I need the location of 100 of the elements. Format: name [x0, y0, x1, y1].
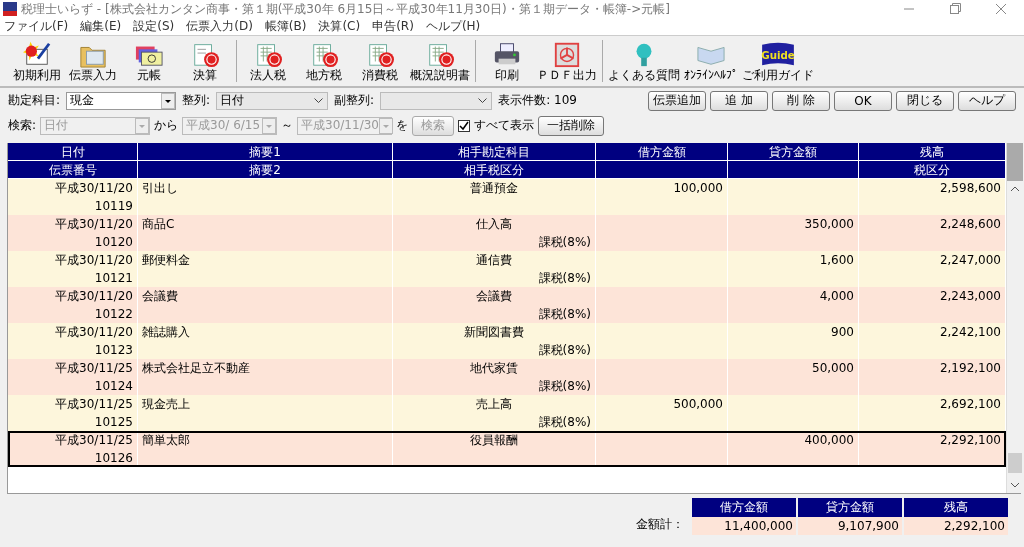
table-cell: 引出し: [138, 179, 393, 197]
table-cell: 普通預金: [393, 179, 596, 197]
ledger-row[interactable]: 平成30/11/20 引出し 普通預金 100,000 2,598,600 10119: [8, 179, 1006, 215]
totals-label: 金額計：: [636, 516, 684, 533]
table-cell: 平成30/11/25: [8, 359, 138, 377]
caret-down-icon: [161, 92, 176, 109]
field-label: ～: [281, 117, 294, 134]
column-header: 貸方金額: [728, 143, 859, 161]
caret-down-icon: [135, 117, 150, 134]
menu-item[interactable]: 伝票入力(D): [186, 18, 253, 35]
ledger-row[interactable]: 平成30/11/25 現金売上 売上高 500,000 2,692,100 10125 課税(8%): [8, 395, 1006, 431]
table-cell: 350,000: [728, 215, 859, 233]
toolbar-button[interactable]: 概況説明書: [408, 40, 472, 82]
scrollbar-corner: [1007, 143, 1023, 181]
table-cell: 10126: [8, 449, 138, 467]
ledger-row[interactable]: 平成30/11/20 雑誌購入 新聞図書費 900 2,242,100 10123 課税(8%): [8, 323, 1006, 359]
table-cell: 仕入高: [393, 215, 596, 233]
table-cell: 500,000: [596, 395, 728, 413]
toolbar-button[interactable]: 伝票入力: [65, 40, 121, 82]
menu-item[interactable]: 申告(R): [372, 18, 414, 35]
action-button[interactable]: ヘルプ: [958, 90, 1016, 111]
action-button[interactable]: 削 除: [772, 90, 830, 111]
table-cell: 新聞図書費: [393, 323, 596, 341]
toolbar-button[interactable]: 消費税: [352, 40, 408, 82]
column-header: 相手税区分: [393, 161, 596, 179]
action-button[interactable]: OK: [834, 90, 892, 111]
table-cell: 平成30/11/20: [8, 287, 138, 305]
field-label: 副整列:: [334, 92, 375, 109]
caret-down-icon: [262, 117, 277, 134]
menu-item[interactable]: 帳簿(B): [264, 18, 307, 35]
chevron-down-icon: [478, 98, 488, 103]
scrollbar-thumb[interactable]: [1008, 453, 1022, 473]
menu-item[interactable]: 編集(E): [80, 18, 122, 35]
table-cell: 900: [728, 323, 859, 341]
ledger-row[interactable]: 平成30/11/25 簡単太郎 役員報酬 400,000 2,292,100 10126: [8, 431, 1006, 467]
checkbox-label: すべて表示: [474, 117, 535, 134]
field-label: から: [154, 117, 179, 134]
ledger-row[interactable]: 平成30/11/20 商品C 仕入高 350,000 2,248,600 10120 課税(8%): [8, 215, 1006, 251]
field-label: 整列:: [182, 92, 211, 109]
toolbar-button[interactable]: ｵﾝﾗｲﾝﾍﾙﾌﾟ: [682, 40, 740, 82]
column-header: 日付: [8, 143, 138, 161]
action-button[interactable]: 伝票追加: [648, 90, 706, 111]
toolbar-button[interactable]: 決算: [177, 40, 233, 82]
ledger-row[interactable]: 平成30/11/20 郵便料金 通信費 1,600 2,247,000 10121 課税(8%): [8, 251, 1006, 287]
field-label: 勘定科目:: [8, 92, 61, 109]
column-header: 残高: [859, 143, 1006, 161]
table-cell: 100,000: [596, 179, 728, 197]
toolbar-button[interactable]: 初期利用: [9, 40, 65, 82]
window-title: 税理士いらず - [株式会社カンタン商事・第１期(平成30年 6月15日～平成30年11月30日)・第１期データ・帳簿->元帳]: [21, 0, 670, 18]
table-cell: 1,600: [728, 251, 859, 269]
combo-box[interactable]: 現金: [66, 91, 177, 110]
toolbar-button[interactable]: 印刷: [479, 40, 535, 82]
action-button[interactable]: 追 加: [710, 90, 768, 111]
combo-box[interactable]: 日付: [216, 91, 329, 110]
menu-item[interactable]: 設定(S): [133, 18, 175, 35]
column-header: 摘要1: [138, 143, 393, 161]
table-cell: 平成30/11/25: [8, 431, 138, 449]
table-cell: 現金売上: [138, 395, 393, 413]
column-header: 残高: [904, 498, 1008, 517]
table-cell: 400,000: [728, 431, 859, 449]
caret-down-icon: [378, 117, 393, 134]
checkbox[interactable]: [458, 119, 471, 132]
ledger-row[interactable]: 平成30/11/25 株式会社足立不動産 地代家賃 50,000 2,192,100 10124 課税(8%): [8, 359, 1006, 395]
table-cell: 商品C: [138, 215, 393, 233]
table-cell: 平成30/11/20: [8, 179, 138, 197]
table-cell: 簡単太郎: [138, 431, 393, 449]
table-cell: 平成30/11/25: [8, 395, 138, 413]
column-header: 摘要2: [138, 161, 393, 179]
table-cell: 平成30/11/20: [8, 323, 138, 341]
action-button[interactable]: 閉じる: [896, 90, 954, 111]
toolbar-button[interactable]: よくある質問: [606, 40, 682, 82]
menu-item[interactable]: ファイル(F): [4, 18, 69, 35]
field-label: を: [396, 117, 409, 134]
filter-button[interactable]: 一括削除: [538, 115, 605, 136]
toolbar-button[interactable]: 地方税: [296, 40, 352, 82]
column-header: 借方金額: [692, 498, 796, 517]
column-header: 税区分: [859, 161, 1006, 179]
toolbar-button[interactable]: ＰＤＦ出力: [535, 40, 599, 82]
toolbar-button[interactable]: 元帳: [121, 40, 177, 82]
field-label: 表示件数: 109: [498, 92, 577, 109]
total-cell: 2,292,100: [904, 517, 1008, 535]
table-cell: 役員報酬: [393, 431, 596, 449]
field-label: 検索:: [8, 117, 37, 134]
toolbar-button[interactable]: 法人税: [240, 40, 296, 82]
table-cell: 通信費: [393, 251, 596, 269]
table-cell: 平成30/11/20: [8, 251, 138, 269]
table-cell: 50,000: [728, 359, 859, 377]
total-cell: 11,400,000: [692, 517, 796, 535]
table-cell: 会議費: [138, 287, 393, 305]
table-cell: 雑誌購入: [138, 323, 393, 341]
ledger-row[interactable]: 平成30/11/20 会議費 会議費 4,000 2,243,000 10122 課税(8%): [8, 287, 1006, 323]
table-cell: 売上高: [393, 395, 596, 413]
column-header: 貸方金額: [798, 498, 902, 517]
table-cell: 株式会社足立不動産: [138, 359, 393, 377]
column-header: 借方金額: [596, 143, 728, 161]
table-cell: 4,000: [728, 287, 859, 305]
table-cell: 地代家賃: [393, 359, 596, 377]
menu-item[interactable]: ヘルプ(H): [425, 18, 481, 35]
menu-item[interactable]: 決算(C): [318, 18, 361, 35]
total-cell: 9,107,900: [798, 517, 902, 535]
